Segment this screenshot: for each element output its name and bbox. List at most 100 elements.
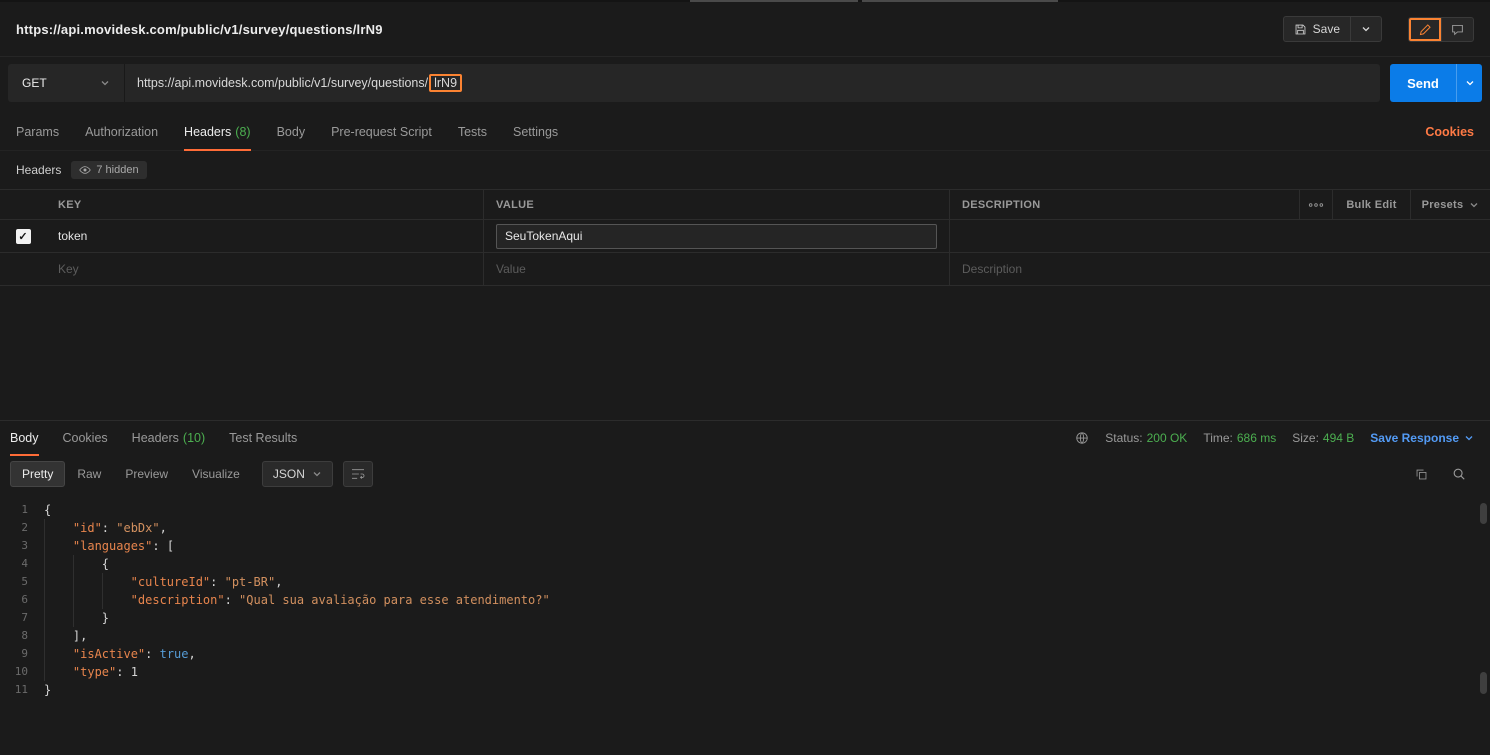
format-label: JSON [272,467,305,481]
response-tab-test-results[interactable]: Test Results [229,421,297,455]
edit-button[interactable] [1409,17,1441,41]
chevron-down-icon [1465,436,1473,441]
row-checkbox-cell [0,253,46,285]
presets-dropdown[interactable]: Presets [1411,190,1490,219]
more-actions-button[interactable] [1300,190,1333,219]
presets-label: Presets [1421,198,1464,211]
topbar-actions: Save [1282,16,1474,42]
new-description-input[interactable] [962,256,1478,282]
hidden-headers-toggle[interactable]: 7 hidden [71,161,147,179]
response-tabs: Body Cookies Headers (10) Test Results S… [0,421,1490,456]
response-tab-headers-count: (10) [182,431,206,445]
bulk-edit-button[interactable]: Bulk Edit [1333,190,1411,219]
header-description-cell [950,220,1490,252]
workspace-tab-strip [0,0,1490,2]
response-tab-headers[interactable]: Headers (10) [132,421,205,455]
tab-settings[interactable]: Settings [513,113,558,150]
hidden-headers-label: 7 hidden [96,164,139,176]
method-select[interactable]: GET [8,64,125,102]
time-label: Time: [1203,431,1233,445]
request-title: https://api.movidesk.com/public/v1/surve… [16,21,383,37]
header-row-token: ✓ token [0,220,1490,253]
code-line: 8], [21,627,88,645]
code-line: 9 "isActive": true, [21,645,196,663]
new-value-cell [484,253,950,285]
comment-button[interactable] [1441,17,1473,41]
view-tab-visualize[interactable]: Visualize [180,461,252,487]
response-meta: Status: 200 OK Time: 686 ms Size: 494 B … [1075,431,1474,445]
row-checkbox[interactable]: ✓ [15,228,31,244]
code-line: 2 "id": "ebDx", [21,519,167,537]
headers-meta-row: Headers 7 hidden [0,151,1490,187]
search-response-button[interactable] [1452,467,1466,481]
edit-comment-group [1408,16,1474,42]
save-response-dropdown[interactable]: Save Response [1370,431,1474,445]
chevron-down-icon [1362,27,1370,32]
row-checkbox-cell: ✓ [0,220,46,252]
request-url-row: GET https://api.movidesk.com/public/v1/s… [0,57,1490,113]
copy-response-button[interactable] [1415,468,1428,481]
response-panel: Body Cookies Headers (10) Test Results S… [0,420,1490,755]
save-button[interactable]: Save [1284,17,1350,41]
request-title-bar: https://api.movidesk.com/public/v1/surve… [0,2,1490,57]
chevron-down-icon [1470,202,1478,207]
code-line: 11} [14,683,52,697]
column-header-value: VALUE [484,190,950,219]
tab-pre-request-script[interactable]: Pre-request Script [331,113,432,150]
response-toolbar-actions [1415,467,1474,481]
eye-icon [79,166,92,174]
new-key-input[interactable] [58,256,471,282]
chevron-down-icon [1466,81,1473,86]
url-input[interactable]: https://api.movidesk.com/public/v1/surve… [125,64,1380,102]
url-highlight-annotation: lrN9 [429,74,463,92]
size-value: 494 B [1322,431,1355,445]
view-tab-preview[interactable]: Preview [113,461,180,487]
tab-authorization[interactable]: Authorization [85,113,158,150]
time-badge: Time: 686 ms [1203,431,1276,445]
headers-table: KEY VALUE DESCRIPTION Bulk Edit Presets … [0,189,1490,286]
wrap-text-button[interactable] [342,461,373,487]
tab-body[interactable]: Body [277,113,306,150]
empty-area [0,286,1490,420]
header-value-input[interactable] [496,223,937,249]
tab-headers-label: Headers [184,124,232,139]
scrollbar-thumb[interactable] [1480,503,1487,524]
status-value: 200 OK [1146,431,1188,445]
headers-section-title: Headers [16,163,62,177]
code-block: 1{2 "id": "ebDx", 3 "languages": [4{5 "cultu… [0,501,1490,699]
send-button-group: Send [1390,64,1482,102]
tab-tests[interactable]: Tests [458,113,487,150]
response-tab-cookies[interactable]: Cookies [63,421,108,455]
tab-headers[interactable]: Headers (8) [184,113,251,151]
pencil-icon [1419,23,1431,35]
search-icon [1453,468,1465,480]
code-line: 7} [21,609,110,627]
send-button[interactable]: Send [1390,64,1456,102]
text-wrap-icon [351,469,365,479]
column-header-description: DESCRIPTION [950,190,1300,219]
new-value-input[interactable] [496,256,937,282]
header-value-cell [484,220,950,252]
cookies-link[interactable]: Cookies [1425,125,1474,139]
header-description-input[interactable] [962,223,1478,249]
request-tabs: Params Authorization Headers (8) Body Pr… [0,113,1490,151]
comment-icon [1452,24,1463,35]
header-row-empty [0,253,1490,286]
url-text: https://api.movidesk.com/public/v1/surve… [137,76,429,90]
format-dropdown[interactable]: JSON [261,461,333,487]
tab-params[interactable]: Params [16,113,59,150]
size-badge: Size: 494 B [1292,431,1354,445]
method-label: GET [22,76,47,90]
header-key-cell[interactable]: token [46,220,484,252]
response-view-toolbar: Pretty Raw Preview Visualize JSON [0,455,1490,493]
scrollbar-thumb[interactable] [1480,672,1487,694]
view-tab-raw[interactable]: Raw [65,461,113,487]
send-options-button[interactable] [1456,64,1482,102]
response-tab-body[interactable]: Body [10,421,39,456]
save-options-button[interactable] [1350,17,1381,41]
new-description-cell [950,253,1490,285]
network-icon[interactable] [1075,431,1089,445]
response-body-viewer[interactable]: 1{2 "id": "ebDx", 3 "languages": [4{5 "cultu… [0,493,1490,755]
view-tab-pretty[interactable]: Pretty [10,461,66,487]
code-line: 3 "languages": [ [21,537,175,555]
